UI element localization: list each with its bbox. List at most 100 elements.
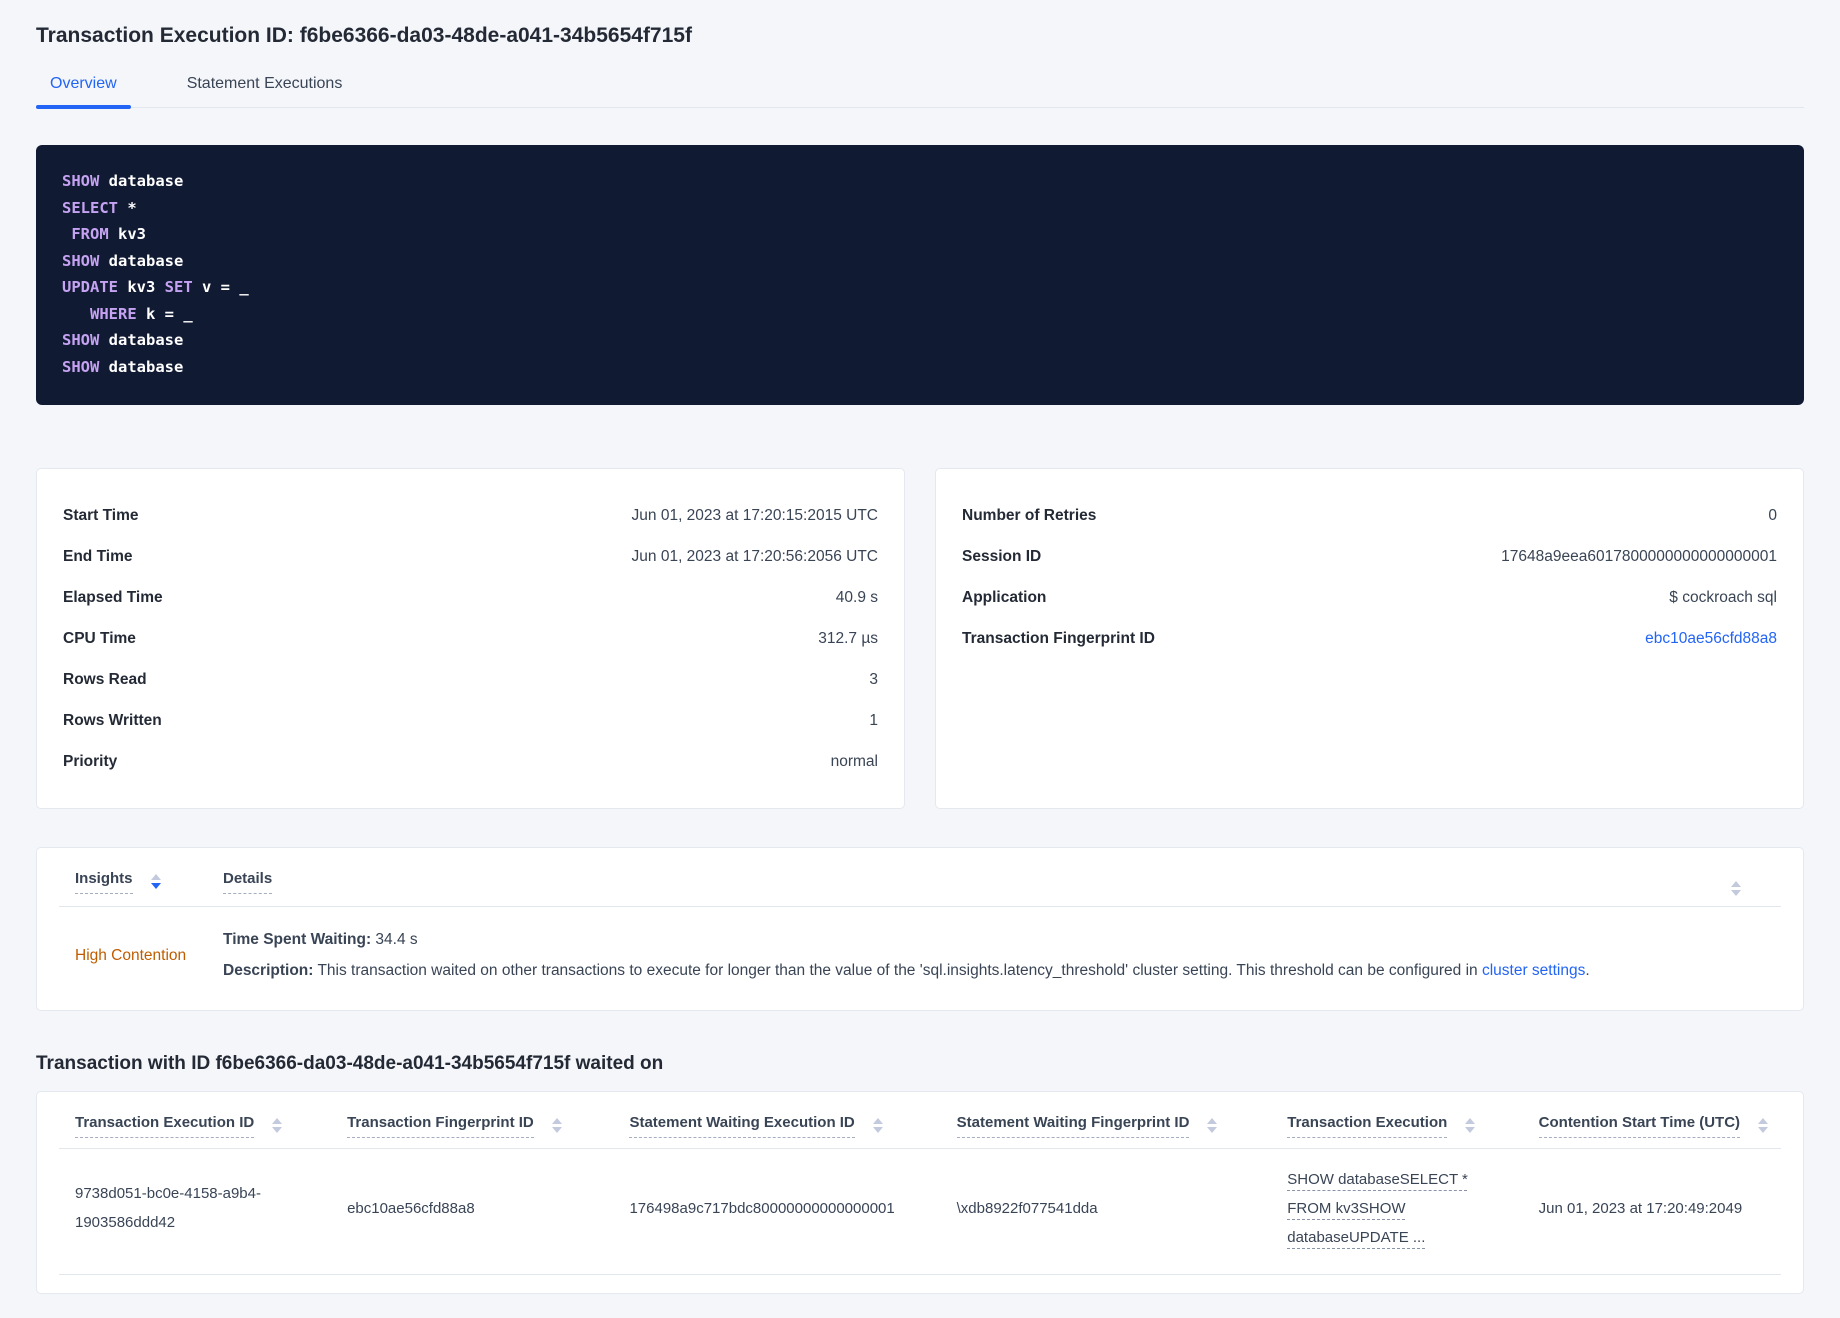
summary-row: Number of Retries 0 (962, 495, 1777, 536)
page-title: Transaction Execution ID: f6be6366-da03-… (36, 24, 692, 47)
tab-bar: Overview Statement Executions (36, 75, 1804, 109)
waited-on-heading: Transaction with ID f6be6366-da03-48de-a… (36, 1053, 664, 1074)
summary-row: Elapsed Time 40.9 s (63, 577, 878, 618)
sql-keyword: WHERE (90, 304, 137, 323)
summary-label: Elapsed Time (63, 588, 163, 606)
tab-overview[interactable]: Overview (36, 75, 131, 109)
column-header-label[interactable]: Transaction Fingerprint ID (347, 1114, 534, 1138)
summary-label: Session ID (962, 547, 1042, 565)
sql-line: SHOW database (62, 248, 1778, 275)
summary-value: Jun 01, 2023 at 17:20:15:2015 UTC (631, 506, 878, 524)
sql-keyword: FROM (71, 225, 109, 243)
sort-icon[interactable] (1207, 1117, 1218, 1133)
sql-line: SHOW database (62, 168, 1778, 195)
summary-value: $ cockroach sql (1669, 588, 1777, 606)
summary-value: 0 (1768, 506, 1777, 524)
sort-icon[interactable] (551, 1117, 562, 1133)
sort-down-triangle (1207, 1126, 1218, 1133)
column-header[interactable]: Transaction Execution (1271, 1114, 1522, 1138)
summary-value: normal (830, 752, 878, 770)
insights-column-label[interactable]: Insights (75, 870, 133, 894)
summary-row: Transaction Fingerprint ID ebc10ae56cfd88… (962, 618, 1777, 659)
description-text: This transaction waited on other transac… (313, 962, 1482, 979)
column-header[interactable]: Statement Waiting Execution ID (613, 1114, 940, 1138)
details-column-label[interactable]: Details (223, 870, 273, 894)
summary-row: Rows Read 3 (63, 659, 878, 700)
summary-value: 312.7 µs (818, 629, 878, 647)
summary-label: CPU Time (63, 629, 136, 647)
summary-card-left: Start Time Jun 01, 2023 at 17:20:15:2015 … (36, 468, 905, 809)
column-header[interactable]: Transaction Execution ID (59, 1114, 331, 1138)
summary-label: Rows Written (63, 711, 162, 729)
description-label: Description: (223, 962, 314, 979)
summary-label: Priority (63, 752, 118, 770)
column-header[interactable]: Transaction Fingerprint ID (331, 1114, 613, 1138)
sort-down-triangle (1465, 1126, 1476, 1133)
sort-down-triangle (150, 883, 161, 889)
summary-value: 1 (869, 711, 878, 729)
details-column-header[interactable]: Details (223, 870, 1731, 894)
summary-row: Start Time Jun 01, 2023 at 17:20:15:2015 … (63, 495, 878, 536)
cluster-settings-link[interactable]: cluster settings (1482, 962, 1585, 979)
description-line: Description: This transaction waited on … (223, 960, 1781, 982)
column-header-label[interactable]: Statement Waiting Fingerprint ID (956, 1114, 1190, 1138)
sort-up-triangle (1758, 1117, 1769, 1124)
cell-transaction-fingerprint-id: ebc10ae56cfd88a8 (347, 1199, 475, 1217)
transaction-execution-link[interactable]: SHOW databaseSELECT * FROM kv3SHOW datab… (1287, 1165, 1469, 1252)
time-spent-waiting-label: Time Spent Waiting: (223, 931, 372, 948)
sql-keyword: SHOW (62, 331, 100, 349)
sort-up-triangle (1731, 881, 1741, 887)
tab-statement-executions-label: Statement Executions (186, 75, 343, 92)
column-header[interactable]: Contention Start Time (UTC) (1523, 1114, 1781, 1138)
sql-line: SHOW database (62, 354, 1778, 381)
column-header-label[interactable]: Transaction Execution (1287, 1114, 1448, 1138)
summary-label: Start Time (63, 506, 139, 524)
sort-icon[interactable] (872, 1117, 883, 1133)
column-header[interactable]: Statement Waiting Fingerprint ID (941, 1114, 1272, 1138)
summary-label: Number of Retries (962, 506, 1097, 524)
sort-down-triangle (872, 1126, 883, 1133)
column-header-label[interactable]: Statement Waiting Execution ID (629, 1114, 855, 1138)
cell-contention-start-time: Jun 01, 2023 at 17:20:49:2049 (1538, 1199, 1743, 1217)
sort-up-triangle (1465, 1117, 1476, 1124)
summary-label: Application (962, 588, 1047, 606)
sort-icon[interactable] (1758, 1117, 1769, 1133)
sql-keyword: SHOW (62, 172, 100, 190)
sql-text: database (99, 251, 184, 270)
column-header-label[interactable]: Contention Start Time (UTC) (1538, 1114, 1741, 1138)
summary-value: 40.9 s (835, 588, 878, 606)
sql-text: database (99, 172, 184, 190)
sql-keyword: SHOW (62, 357, 100, 376)
tab-statement-executions[interactable]: Statement Executions (173, 75, 357, 107)
sort-down-triangle (1758, 1126, 1769, 1133)
cell-transaction-execution-id: 9738d051-bc0e-4158-a9b4-1903586ddd42 (75, 1185, 261, 1232)
sort-down-triangle (551, 1126, 562, 1133)
sql-line: WHERE k = _ (62, 301, 1778, 328)
waited-on-table-row: 9738d051-bc0e-4158-a9b4-1903586ddd42 ebc… (59, 1149, 1781, 1275)
sql-keyword: SELECT (62, 198, 118, 217)
sort-icon[interactable] (1465, 1117, 1476, 1133)
sort-icon[interactable] (272, 1117, 283, 1133)
column-header-label[interactable]: Transaction Execution ID (75, 1114, 255, 1138)
sort-icon[interactable] (150, 874, 161, 889)
sql-text: kv3 (108, 225, 146, 243)
summary-value: 3 (869, 670, 878, 688)
tab-overview-label: Overview (50, 75, 117, 92)
summary-value: 17648a9eea6017800000000000000001 (1501, 547, 1777, 565)
sql-text: v = _ (192, 278, 249, 296)
summary-row: Rows Written 1 (63, 700, 878, 741)
sql-text: * (118, 198, 137, 217)
insight-details: Time Spent Waiting: 34.4 s Description: … (223, 929, 1781, 982)
insights-header-right-sort[interactable] (1731, 870, 1781, 896)
transaction-fingerprint-link[interactable]: ebc10ae56cfd88a8 (1645, 630, 1777, 648)
summary-label: End Time (63, 547, 133, 565)
insights-column-header[interactable]: Insights (59, 870, 223, 894)
summary-card-right: Number of Retries 0 Session ID 17648a9eea60… (935, 468, 1804, 809)
waited-on-table-card: Transaction Execution ID Transaction Fing… (36, 1090, 1804, 1294)
sort-down-triangle (272, 1126, 283, 1133)
cell-statement-waiting-execution-id: 176498a9c717bdc80000000000000001 (629, 1199, 895, 1217)
sort-icon[interactable] (1731, 881, 1741, 896)
summary-row: End Time Jun 01, 2023 at 17:20:56:2056 UT… (63, 536, 878, 577)
